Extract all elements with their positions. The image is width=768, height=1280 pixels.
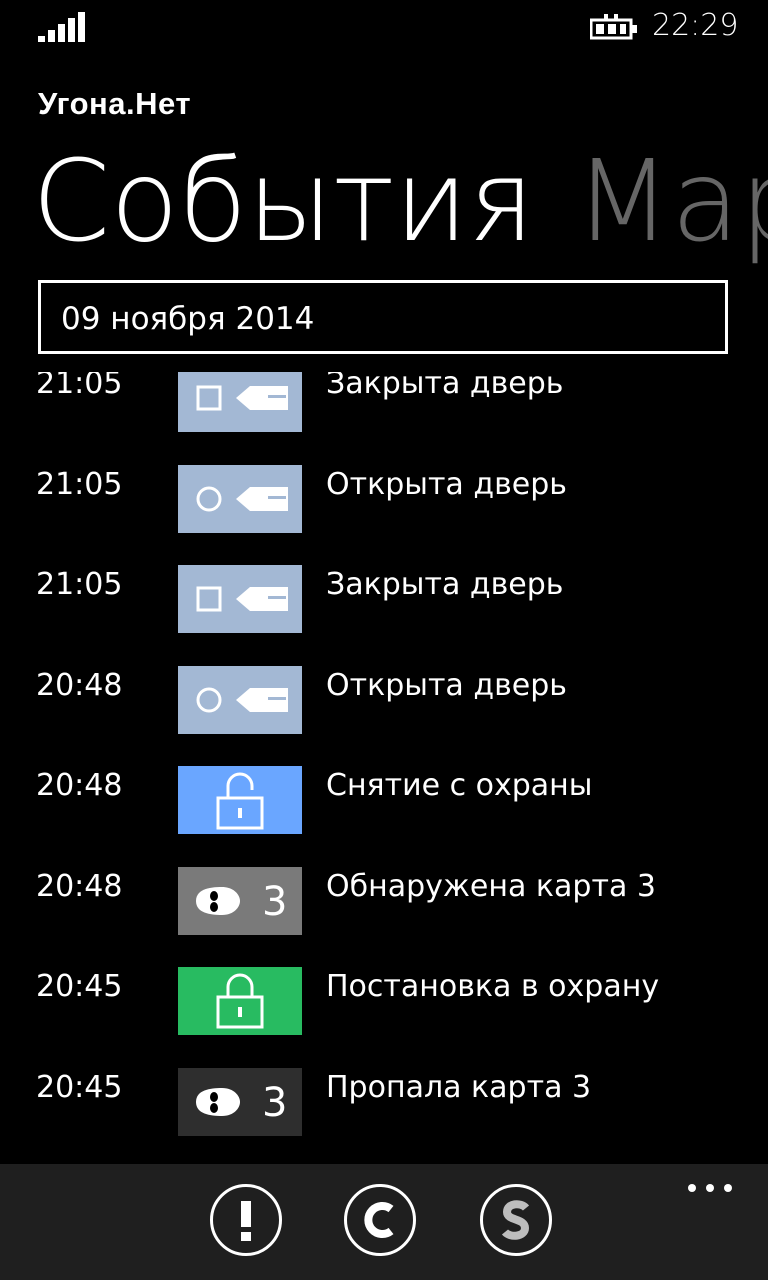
event-label: Закрыта дверь (326, 567, 564, 602)
card-lost-icon: 3 (178, 1067, 302, 1136)
event-label: Обнаружена карта 3 (326, 868, 656, 904)
event-row[interactable]: 20:45 3 Пропала карта 3 (0, 1067, 768, 1150)
signal-strength-icon (38, 12, 88, 42)
status-bar: 22:29 (0, 0, 768, 56)
battery-charging-icon (589, 14, 638, 42)
c-icon (347, 1187, 413, 1253)
event-row[interactable]: 20:48 3 Обнаружена карта 3 (0, 866, 768, 949)
pivot-item-events[interactable]: События (32, 137, 534, 267)
event-time: 21:05 (36, 372, 123, 401)
svg-text:3: 3 (262, 879, 287, 925)
door-closed-icon (178, 372, 302, 432)
event-row[interactable]: 21:05 Открыта дверь (0, 464, 768, 547)
event-label: Закрыта дверь (326, 372, 564, 401)
svg-text:3: 3 (262, 1080, 287, 1126)
event-label: Открыта дверь (326, 667, 567, 703)
alert-icon (213, 1187, 279, 1253)
app-bar (0, 1164, 768, 1280)
event-label: Постановка в охрану (326, 969, 660, 1004)
event-row[interactable]: 20:48 Открыта дверь (0, 665, 768, 748)
app-title: Угона.Нет (38, 86, 192, 121)
event-label: Снятие с охраны (326, 768, 593, 803)
event-row[interactable]: 21:05 Закрыта дверь (0, 372, 768, 446)
event-row[interactable]: 20:48 Снятие с охраны (0, 766, 768, 848)
date-picker-value: 09 ноября 2014 (61, 301, 315, 337)
ellipsis-icon[interactable] (686, 1180, 734, 1196)
status-clock: 22:29 (652, 8, 739, 43)
event-time: 20:48 (36, 667, 123, 703)
event-time: 20:45 (36, 1069, 123, 1105)
pivot-item-routes[interactable]: Марш (574, 137, 768, 267)
unlock-icon (178, 766, 302, 834)
door-closed-icon (178, 565, 302, 633)
lock-icon (178, 967, 302, 1035)
event-row[interactable]: 21:05 Закрыта дверь (0, 565, 768, 647)
door-open-icon (178, 464, 302, 533)
event-time: 20:45 (36, 969, 123, 1004)
c-button[interactable] (344, 1184, 416, 1256)
event-row[interactable]: 20:45 Постановка в охрану (0, 967, 768, 1049)
s-icon (483, 1187, 549, 1253)
event-time: 21:05 (36, 567, 123, 602)
event-list[interactable]: 21:05 Закрыта дверь 21:05 Открыта дверь 21:0… (0, 372, 768, 1164)
door-open-icon (178, 665, 302, 734)
s-button[interactable] (480, 1184, 552, 1256)
alert-button[interactable] (210, 1184, 282, 1256)
phone-screen: 22:29 Угона.Нет СобытияМарш 09 ноября 20… (0, 0, 768, 1280)
date-picker[interactable]: 09 ноября 2014 (38, 280, 728, 354)
card-detected-icon: 3 (178, 866, 302, 935)
event-label: Пропала карта 3 (326, 1069, 592, 1105)
event-label: Открыта дверь (326, 466, 567, 502)
pivot-header: СобытияМарш (32, 142, 768, 262)
event-time: 20:48 (36, 768, 123, 803)
event-time: 20:48 (36, 868, 123, 904)
event-time: 21:05 (36, 466, 123, 502)
